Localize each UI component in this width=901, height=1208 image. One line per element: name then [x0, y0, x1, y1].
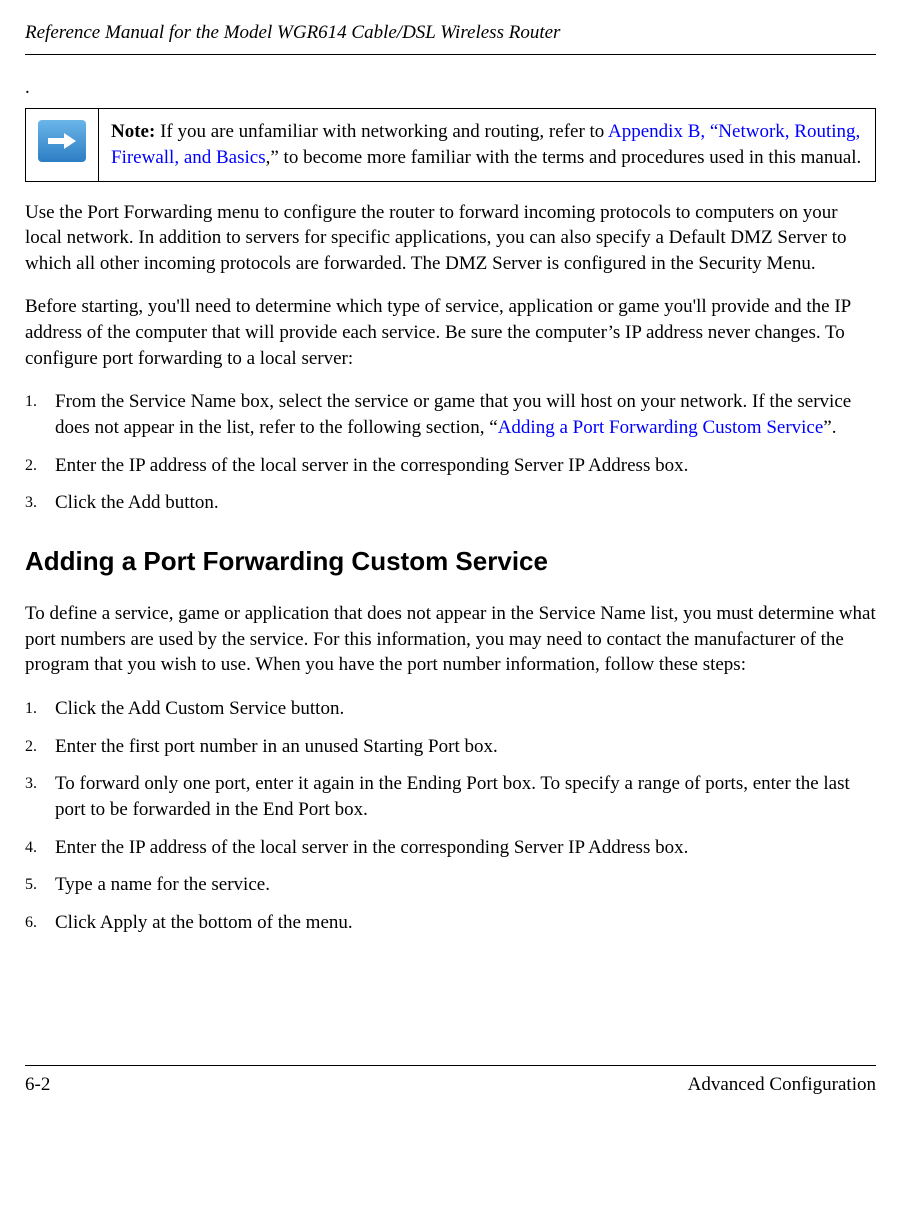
before-paragraph: Before starting, you'll need to determin… — [25, 294, 876, 371]
page-number: 6-2 — [25, 1072, 50, 1098]
steps-list-1: From the Service Name box, select the se… — [25, 389, 876, 516]
list-item: Type a name for the service. — [25, 872, 876, 898]
note-text-after: ,” to become more familiar with the term… — [266, 147, 862, 168]
note-box: Note: If you are unfamiliar with network… — [25, 108, 876, 181]
list-item: Enter the IP address of the local server… — [25, 835, 876, 861]
note-icon-cell — [26, 109, 99, 181]
list-item: Click the Add button. — [25, 490, 876, 516]
note-text-before: If you are unfamiliar with networking an… — [155, 121, 608, 142]
steps-list-2: Click the Add Custom Service button. Ent… — [25, 696, 876, 935]
page-header-title: Reference Manual for the Model WGR614 Ca… — [25, 20, 876, 46]
list-item: Enter the first port number in an unused… — [25, 734, 876, 760]
list-item: From the Service Name box, select the se… — [25, 389, 876, 440]
note-text: Note: If you are unfamiliar with network… — [99, 109, 876, 181]
custom-paragraph: To define a service, game or application… — [25, 601, 876, 678]
header-rule — [25, 54, 876, 55]
section-heading: Adding a Port Forwarding Custom Service — [25, 544, 876, 579]
section-name: Advanced Configuration — [688, 1072, 876, 1098]
list-item-link[interactable]: Adding a Port Forwarding Custom Service — [498, 417, 824, 438]
list-item: Click Apply at the bottom of the menu. — [25, 910, 876, 936]
list-item: Click the Add Custom Service button. — [25, 696, 876, 722]
footer-rule — [25, 1065, 876, 1066]
arrow-right-icon — [38, 120, 86, 162]
list-item: Enter the IP address of the local server… — [25, 453, 876, 479]
page-footer: 6-2 Advanced Configuration — [25, 1065, 876, 1098]
note-label: Note: — [111, 121, 155, 142]
stray-period: . — [25, 75, 876, 101]
list-item-text-b: ”. — [823, 417, 836, 438]
intro-paragraph: Use the Port Forwarding menu to configur… — [25, 200, 876, 277]
list-item: To forward only one port, enter it again… — [25, 771, 876, 822]
